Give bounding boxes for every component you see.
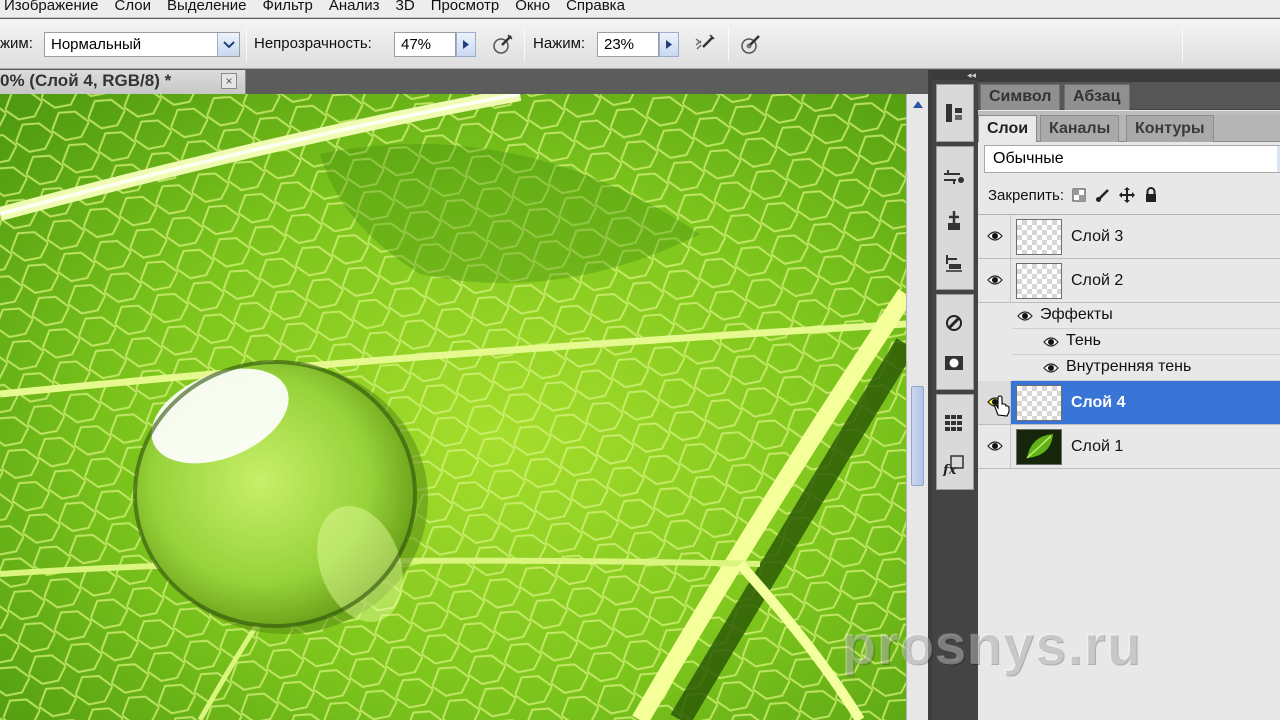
tab-character[interactable]: Символ <box>980 84 1061 110</box>
document-canvas[interactable] <box>0 94 906 720</box>
clone-source-icon[interactable] <box>940 207 968 235</box>
layer-thumbnail <box>1016 219 1062 255</box>
panel-title-bar <box>978 70 1280 82</box>
pressure-label: Нажим: <box>533 35 586 52</box>
layer-row-4[interactable]: Слой 4 <box>978 381 1280 425</box>
pressure-value: 23% <box>604 36 635 53</box>
tab-paths[interactable]: Контуры <box>1126 115 1214 142</box>
layer-row-2[interactable]: Слой 2 <box>978 259 1280 303</box>
effect-row-inner-shadow[interactable]: Внутренняя тень <box>1012 355 1280 381</box>
opacity-value: 47% <box>401 36 432 53</box>
layer-thumbnail-leaf <box>1016 429 1062 465</box>
effect-name: Тень <box>1066 332 1101 349</box>
mode-label: жим: <box>0 35 33 52</box>
document-title: 0% (Слой 4, RGB/8) * <box>0 71 172 90</box>
adjustments-icon[interactable] <box>940 309 968 337</box>
mask-icon[interactable] <box>940 349 968 377</box>
pressure-input[interactable]: 23% <box>597 32 659 57</box>
mode-value: Нормальный <box>51 36 142 53</box>
eye-icon[interactable] <box>986 227 1004 245</box>
dock-group-history <box>936 84 974 142</box>
lock-all-icon[interactable] <box>1142 186 1160 204</box>
svg-text:fx: fx <box>942 463 957 476</box>
brush-presets-icon[interactable] <box>940 165 968 193</box>
eye-icon[interactable] <box>986 271 1004 289</box>
separator <box>1182 27 1183 61</box>
opacity-input[interactable]: 47% <box>394 32 456 57</box>
options-bar: жим: Нормальный Непрозрачность: 47% Нажи… <box>0 19 1280 69</box>
menu-window[interactable]: Окно <box>515 0 550 13</box>
separator <box>246 27 247 61</box>
close-icon[interactable]: × <box>221 73 237 89</box>
collapse-dock-icon[interactable]: ◂◂ <box>932 70 978 80</box>
layer-name: Слой 1 <box>1071 438 1124 455</box>
tab-layers[interactable]: Слои <box>978 115 1038 142</box>
lock-move-icon[interactable] <box>1118 186 1136 204</box>
dock-group-adjust <box>936 294 974 390</box>
lock-label: Закрепить: <box>988 186 1065 204</box>
layer-row-1[interactable]: Слой 1 <box>978 425 1280 469</box>
watermark-text: prosnys.ru <box>842 613 1142 676</box>
document-tab-strip: 0% (Слой 4, RGB/8) * × <box>0 70 928 94</box>
tab-paragraph[interactable]: Абзац <box>1064 84 1130 110</box>
dock-group-tools <box>936 146 974 290</box>
swatches-grid-icon[interactable] <box>940 409 968 437</box>
menu-select[interactable]: Выделение <box>167 0 246 13</box>
character-panel-tabs: Символ Абзац <box>978 82 1280 110</box>
lock-transparency-icon[interactable] <box>1070 186 1088 204</box>
scroll-thumb[interactable] <box>911 386 924 486</box>
eye-icon[interactable] <box>1016 309 1034 323</box>
layers-panel-tabs: Слои Каналы Контуры <box>978 115 1280 142</box>
menu-3d[interactable]: 3D <box>396 0 415 13</box>
styles-fx-icon[interactable]: fx <box>940 451 968 479</box>
menu-view[interactable]: Просмотр <box>431 0 500 13</box>
opacity-slider-button[interactable] <box>456 32 476 57</box>
menu-bar: Изображение Слои Выделение Фильтр Анализ… <box>0 0 1280 18</box>
dock-group-layers: fx <box>936 394 974 490</box>
eye-icon[interactable] <box>1042 335 1060 349</box>
airbrush-icon[interactable] <box>692 31 718 57</box>
layer-thumbnail <box>1016 385 1062 421</box>
effect-name: Внутренняя тень <box>1066 358 1192 375</box>
blend-mode-value: Обычные <box>993 150 1064 167</box>
scroll-up-icon[interactable] <box>909 96 926 113</box>
effects-row[interactable]: Эффекты <box>1012 303 1280 329</box>
chevron-right-icon <box>463 40 469 49</box>
lock-row: Закрепить: <box>988 184 1166 206</box>
airbrush-pressure-icon[interactable] <box>490 31 516 57</box>
effect-row-shadow[interactable]: Тень <box>1012 329 1280 355</box>
pressure-slider-button[interactable] <box>659 32 679 57</box>
document-tab[interactable]: 0% (Слой 4, RGB/8) * × <box>0 70 246 94</box>
menu-filter[interactable]: Фильтр <box>262 0 312 13</box>
separator <box>524 27 525 61</box>
tab-channels[interactable]: Каналы <box>1040 115 1120 142</box>
chevron-right-icon <box>666 40 672 49</box>
leaf-image <box>0 94 906 720</box>
opacity-label: Непрозрачность: <box>254 35 372 52</box>
stamp-icon[interactable] <box>940 249 968 277</box>
layer-name: Слой 4 <box>1071 394 1126 411</box>
lock-brush-icon[interactable] <box>1094 186 1112 204</box>
menu-layers[interactable]: Слои <box>115 0 151 13</box>
eye-icon[interactable] <box>986 437 1004 455</box>
eye-icon[interactable] <box>1042 361 1060 375</box>
layer-thumbnail <box>1016 263 1062 299</box>
menu-analysis[interactable]: Анализ <box>329 0 380 13</box>
menu-image[interactable]: Изображение <box>4 0 99 13</box>
chevron-down-icon <box>217 33 239 56</box>
hand-cursor-icon <box>992 395 1010 421</box>
mode-select[interactable]: Нормальный <box>44 32 240 57</box>
layer-row-3[interactable]: Слой 3 <box>978 215 1280 259</box>
layer-name: Слой 3 <box>1071 228 1124 245</box>
history-icon[interactable] <box>940 99 968 127</box>
layer-name: Слой 2 <box>1071 272 1124 289</box>
menu-help[interactable]: Справка <box>566 0 625 13</box>
effects-label: Эффекты <box>1040 306 1113 323</box>
blend-mode-select[interactable]: Обычные <box>984 145 1280 173</box>
tablet-pressure-icon[interactable] <box>738 31 764 57</box>
separator <box>728 27 729 61</box>
